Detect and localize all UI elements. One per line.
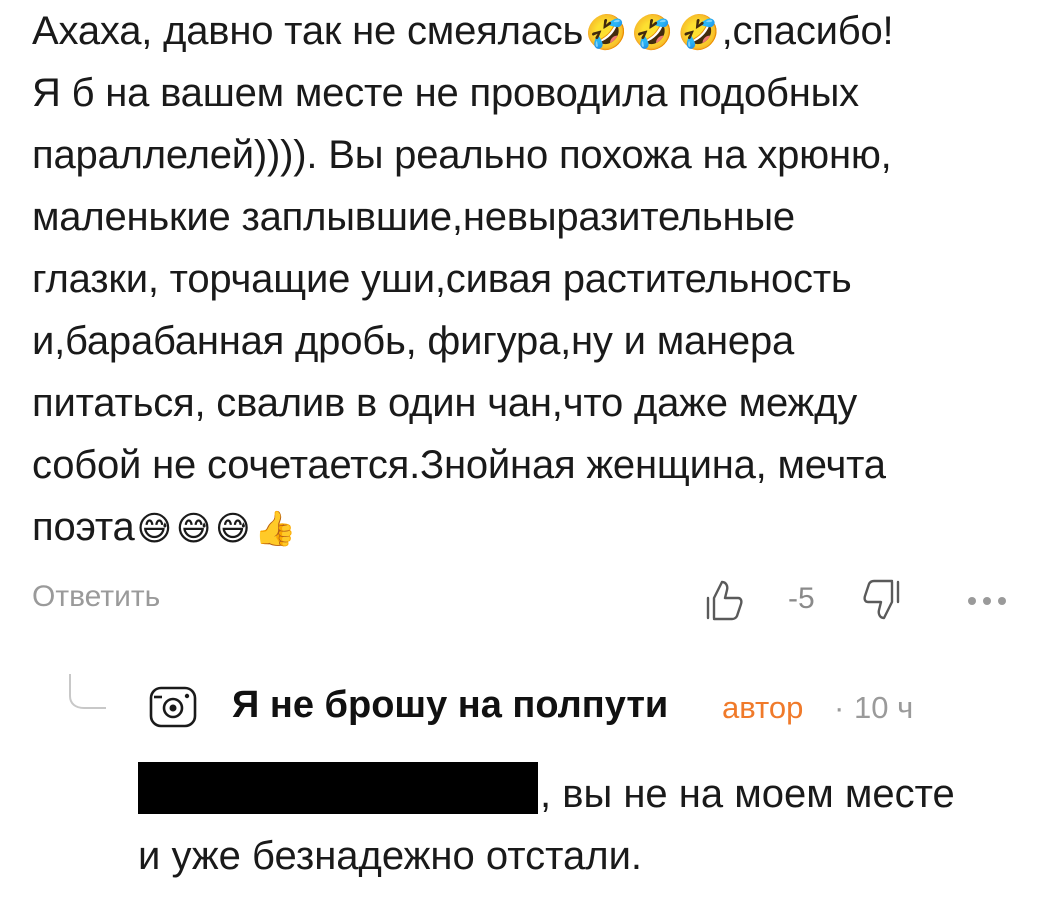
author-badge: автор <box>722 690 804 725</box>
comment-line: глазки, торчащие уши,сивая растительност… <box>32 257 852 301</box>
reply-header: Я не брошу на полпути автор · 10 ч <box>148 682 1028 732</box>
redacted-block <box>138 762 538 814</box>
comment-line: поэта😅 😅 😅 👍 <box>32 496 1022 558</box>
reply-thread-connector <box>69 674 106 709</box>
reply-button[interactable]: Ответить <box>32 580 160 614</box>
comment-actions: Ответить -5 <box>32 578 1022 622</box>
author-name[interactable]: Я не брошу на полпути <box>232 684 668 727</box>
meta-separator: · <box>834 690 845 725</box>
thumbs-down-outline-icon <box>863 579 900 620</box>
rofl-emoji-icon: 🤣 <box>585 14 628 53</box>
avatar[interactable] <box>148 682 198 732</box>
comment-line: Ахаха, давно так не смеялась🤣 🤣 🤣,спасибо! <box>32 0 1022 62</box>
comment-line: питаться, свалив в один чан,что даже меж… <box>32 381 858 425</box>
comment-line: собой не сочетается.Знойная женщина, меч… <box>32 443 886 487</box>
rofl-emoji-icon: 🤣 <box>677 14 720 53</box>
sweat-smile-emoji-icon: 😅 <box>175 510 212 549</box>
comment: Ахаха, давно так не смеялась🤣 🤣 🤣,спасибо!… <box>32 0 1022 558</box>
thumbs-up-emoji-icon: 👍 <box>254 510 297 549</box>
reply-line: , вы не на моем месте <box>540 772 955 816</box>
rofl-emoji-icon: 🤣 <box>631 14 674 53</box>
sweat-smile-emoji-icon: 😅 <box>215 510 251 549</box>
timestamp: 10 ч <box>854 690 914 725</box>
more-options-button[interactable] <box>962 586 1012 616</box>
comment-text: Ахаха, давно так не смеялась🤣 🤣 🤣,спасибо!… <box>32 0 1022 558</box>
comment-line: маленькие заплывшие,невыразительные <box>32 195 795 239</box>
like-button[interactable] <box>704 578 744 622</box>
camera-avatar-icon <box>149 686 197 728</box>
comment-line: и,барабанная дробь, фигура,ну и манера <box>32 319 795 363</box>
comment-line-text: ,спасибо! <box>721 9 894 53</box>
comment-line-text: поэта <box>32 505 135 549</box>
thumbs-up-outline-icon <box>706 580 743 621</box>
comment-line-text: Ахаха, давно так не смеялась <box>32 9 584 53</box>
comment-score: -5 <box>788 582 815 615</box>
reply-line: и уже безнадежно отстали. <box>138 834 643 878</box>
more-dots-icon <box>968 597 1006 605</box>
dislike-button[interactable] <box>862 578 902 622</box>
comment-line: параллелей)))). Вы реально похожа на хрю… <box>32 133 892 177</box>
sweat-smile-emoji-icon: 😅 <box>136 510 172 549</box>
comment-line: Я б на вашем месте не проводила подобных <box>32 71 859 115</box>
